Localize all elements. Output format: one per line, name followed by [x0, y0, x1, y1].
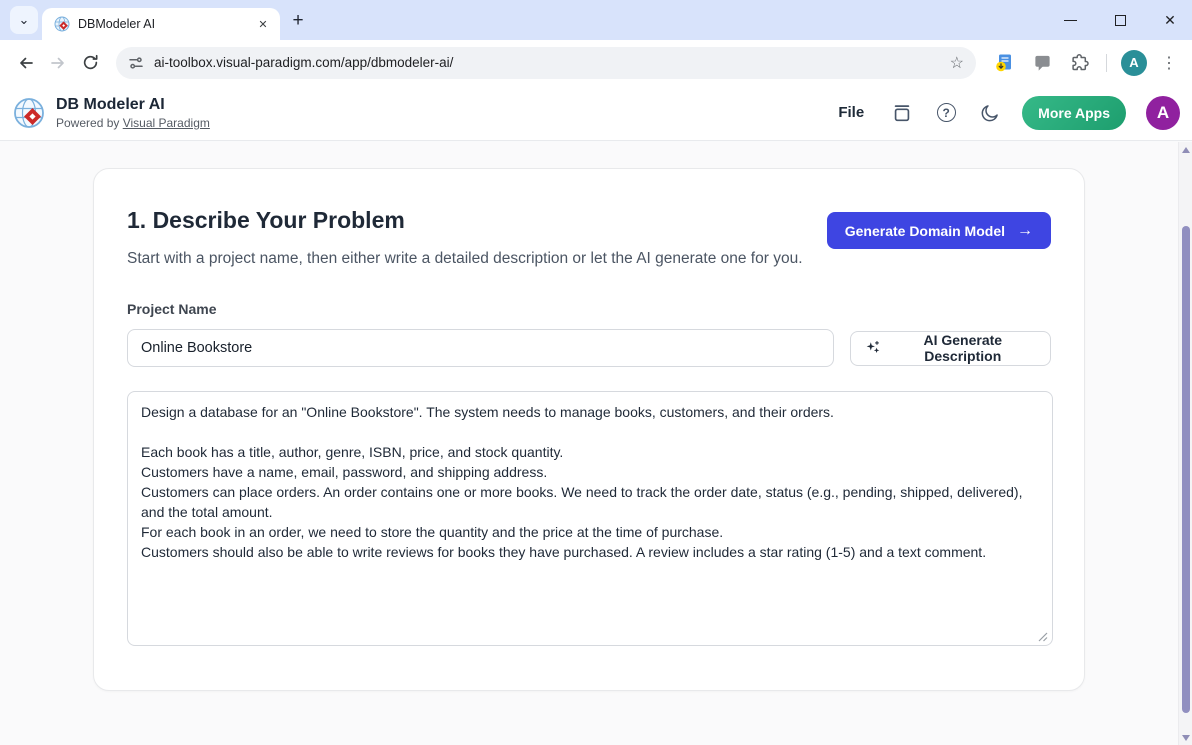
scroll-down-icon: [1182, 735, 1190, 741]
section-subheading: Start with a project name, then either w…: [127, 247, 803, 271]
back-button[interactable]: [10, 47, 42, 79]
chat-extension-icon[interactable]: [1030, 51, 1054, 75]
docs-extension-icon[interactable]: [992, 51, 1016, 75]
generate-domain-model-button[interactable]: Generate Domain Model →: [827, 212, 1051, 249]
app-title: DB Modeler AI: [56, 95, 210, 114]
address-bar[interactable]: ai-toolbox.visual-paradigm.com/app/dbmod…: [116, 47, 976, 79]
sparkles-icon: [865, 339, 882, 357]
site-settings-icon[interactable]: [128, 55, 144, 71]
app-titles: DB Modeler AI Powered by Visual Paradigm: [56, 95, 210, 129]
describe-problem-card: 1. Describe Your Problem Start with a pr…: [93, 168, 1085, 691]
ai-generate-description-button[interactable]: AI Generate Description: [850, 331, 1051, 366]
section-heading: 1. Describe Your Problem: [127, 207, 803, 234]
app-logo-icon: [12, 96, 46, 130]
window-controls: ✕: [1062, 0, 1178, 40]
browser-menu-icon[interactable]: ⋮: [1161, 53, 1177, 73]
powered-by: Powered by Visual Paradigm: [56, 116, 210, 130]
browser-toolbar: ai-toolbox.visual-paradigm.com/app/dbmod…: [0, 40, 1192, 85]
help-button[interactable]: ?: [934, 101, 958, 125]
visual-paradigm-link[interactable]: Visual Paradigm: [123, 116, 210, 130]
browser-profile-avatar[interactable]: A: [1121, 50, 1147, 76]
maximize-icon: [1115, 15, 1126, 26]
close-button[interactable]: ✕: [1162, 12, 1178, 28]
url-text[interactable]: ai-toolbox.visual-paradigm.com/app/dbmod…: [154, 55, 950, 70]
moon-icon: [980, 103, 1000, 123]
bookmark-star-icon[interactable]: ☆: [950, 53, 964, 73]
reload-button[interactable]: [74, 47, 106, 79]
heading-block: 1. Describe Your Problem Start with a pr…: [127, 207, 803, 271]
reload-icon: [82, 54, 99, 71]
browser-titlebar: ⌄ DBModeler AI ✕ + ✕: [0, 0, 1192, 40]
tab-search-button[interactable]: ⌄: [10, 6, 38, 34]
scroll-up-icon: [1182, 147, 1190, 153]
chevron-down-icon: ⌄: [19, 12, 30, 28]
page-scrollbar[interactable]: [1178, 142, 1192, 745]
help-icon: ?: [937, 103, 956, 122]
scrollbar-thumb[interactable]: [1182, 226, 1190, 713]
close-icon: ✕: [1164, 13, 1176, 27]
forward-button[interactable]: [42, 47, 74, 79]
problem-description-textarea[interactable]: Design a database for an "Online Booksto…: [127, 391, 1053, 646]
extensions-puzzle-icon[interactable]: [1068, 51, 1092, 75]
browser-tab[interactable]: DBModeler AI ✕: [42, 8, 280, 40]
resize-handle[interactable]: [1038, 632, 1048, 642]
forward-arrow-icon: [49, 54, 67, 72]
scrollbar-down-button[interactable]: [1179, 735, 1192, 741]
favicon-icon: [54, 16, 70, 32]
minimize-icon: [1064, 20, 1077, 21]
maximize-button[interactable]: [1112, 12, 1128, 28]
project-name-input[interactable]: [127, 329, 834, 367]
more-apps-button[interactable]: More Apps: [1022, 96, 1126, 130]
archive-icon[interactable]: [890, 101, 914, 125]
plus-icon: +: [292, 10, 303, 32]
dark-mode-button[interactable]: [978, 101, 1002, 125]
app-header: DB Modeler AI Powered by Visual Paradigm…: [0, 85, 1192, 141]
minimize-button[interactable]: [1062, 12, 1078, 28]
tab-close-icon[interactable]: ✕: [254, 15, 272, 33]
toolbar-right: A ⋮: [992, 50, 1177, 76]
arrow-right-icon: →: [1017, 222, 1033, 240]
toolbar-divider: [1106, 54, 1107, 72]
page-content: 1. Describe Your Problem Start with a pr…: [0, 142, 1178, 745]
scrollbar-up-button[interactable]: [1179, 147, 1192, 153]
back-arrow-icon: [17, 54, 35, 72]
file-menu[interactable]: File: [832, 100, 870, 125]
project-name-label: Project Name: [127, 301, 1051, 317]
app-user-avatar[interactable]: A: [1146, 96, 1180, 130]
new-tab-button[interactable]: +: [286, 9, 310, 33]
tab-title: DBModeler AI: [78, 17, 254, 31]
header-menu: File ? More Apps A: [832, 96, 1180, 130]
